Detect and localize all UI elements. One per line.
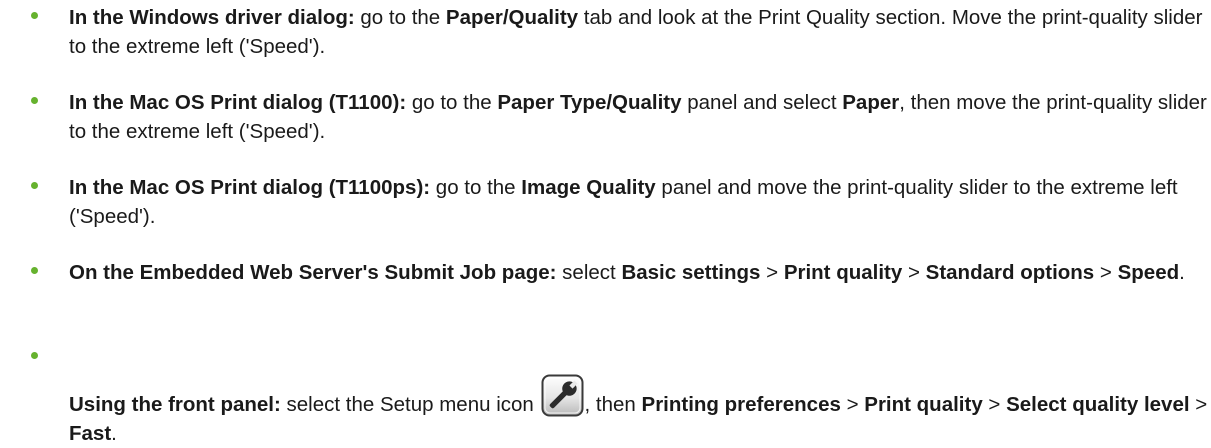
bullet-icon [31, 97, 38, 104]
bullet-icon [31, 352, 38, 359]
bullet-icon [31, 267, 38, 274]
list-item-text: Using the front panel: select the Setup … [69, 374, 1211, 448]
bullet-icon [31, 12, 38, 19]
wrench-icon [541, 374, 584, 417]
item-lead: In the Mac OS Print dialog (T1100ps): [69, 176, 431, 199]
list-item-text: In the Mac OS Print dialog (T1100): go t… [69, 91, 1207, 143]
list-item-text: In the Mac OS Print dialog (T1100ps): go… [69, 176, 1178, 228]
item-lead: In the Windows driver dialog: [69, 6, 355, 29]
list-item-text: On the Embedded Web Server's Submit Job … [69, 261, 1185, 284]
item-lead: In the Mac OS Print dialog (T1100): [69, 91, 407, 114]
bullet-icon [31, 182, 38, 189]
item-lead: Using the front panel: [69, 393, 281, 416]
list-item-text: In the Windows driver dialog: go to the … [69, 6, 1203, 58]
item-lead: On the Embedded Web Server's Submit Job … [69, 261, 557, 284]
